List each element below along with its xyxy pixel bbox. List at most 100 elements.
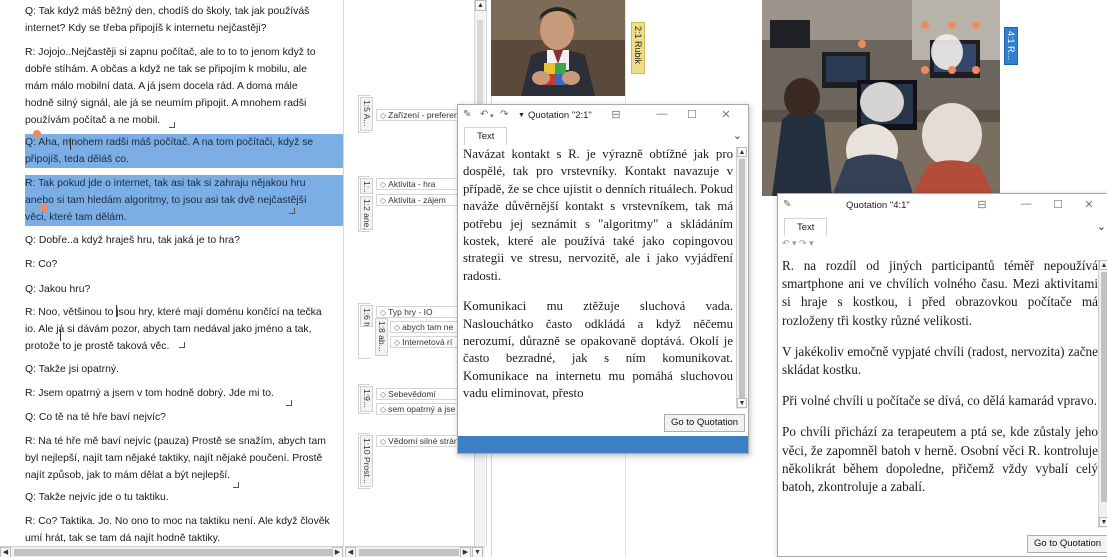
region-handle[interactable] bbox=[921, 21, 929, 29]
close-button[interactable]: ✕ bbox=[718, 108, 734, 121]
highlighted-quotation[interactable]: R: Tak pokud jde o internet, tak asi tak… bbox=[25, 175, 343, 226]
scroll-up-button[interactable]: ▲ bbox=[737, 147, 747, 157]
classroom-photo[interactable] bbox=[762, 0, 1000, 196]
quotation-label[interactable]: 1:10 Prost... bbox=[360, 435, 373, 487]
scroll-left-button[interactable]: ◀ bbox=[0, 547, 11, 557]
quotation-label[interactable]: 1:9... bbox=[360, 386, 373, 412]
doc-paragraph[interactable]: Q: Co tě na té hře baví nejvíc? bbox=[25, 409, 343, 426]
window-titlebar[interactable]: ✎ Quotation "4:1" ⊟ — ☐ ✕ bbox=[778, 194, 1107, 216]
quotation-label[interactable]: 1:6 h... bbox=[360, 305, 373, 327]
close-button[interactable]: ✕ bbox=[1081, 198, 1097, 211]
quote-end-marker bbox=[286, 400, 292, 406]
doc-paragraph[interactable]: Q: Takže jsi opatrný. bbox=[25, 361, 343, 378]
quotation-vscrollbar[interactable]: ▲ ▼ bbox=[736, 147, 747, 409]
doc-paragraph[interactable]: R: Co? bbox=[25, 256, 343, 273]
region-handle[interactable] bbox=[921, 66, 929, 74]
quotation-text[interactable]: Navázat kontakt s R. je výrazně obtížné … bbox=[463, 146, 733, 407]
code-label: Vědomí silné strán bbox=[388, 436, 459, 446]
quote-start-handle[interactable] bbox=[33, 130, 41, 138]
quotation-paragraph: Po chvíli přichází za terapeutem a ptá s… bbox=[782, 424, 1098, 495]
save-icon[interactable]: ⊟ bbox=[608, 108, 624, 121]
code-label: sem opatrný a jse bbox=[388, 404, 456, 414]
scroll-thumb[interactable] bbox=[14, 549, 332, 556]
quotation-label[interactable]: 1:5 A... bbox=[360, 97, 373, 131]
scroll-right-button[interactable]: ▶ bbox=[460, 547, 471, 557]
go-to-quotation-button[interactable]: Go to Quotation bbox=[664, 414, 746, 432]
doc-paragraph[interactable]: Q: Takže nejvíc jde o tu taktiku. bbox=[25, 489, 343, 506]
tab-text[interactable]: Text bbox=[784, 218, 828, 236]
highlighted-quotation[interactable]: Q: Aha, mnohem radši máš počítač. A na t… bbox=[25, 134, 343, 168]
minimize-button[interactable]: — bbox=[1018, 198, 1034, 210]
text-caret bbox=[60, 329, 61, 341]
text-caret bbox=[116, 305, 117, 317]
document-pane[interactable]: Q: Tak když máš běžný den, chodíš do ško… bbox=[0, 0, 344, 546]
dropdown-icon[interactable]: ▼ bbox=[518, 112, 525, 119]
quotation-tab-4-1[interactable]: 4:1 R... bbox=[1004, 27, 1018, 65]
quotation-vscrollbar[interactable]: ▲ ▼ bbox=[1098, 260, 1107, 528]
doc-paragraph[interactable]: Q: Tak když máš běžný den, chodíš do ško… bbox=[25, 3, 343, 37]
doc-paragraph[interactable]: R: Na té hře mě baví nejvíc (pauza) Pros… bbox=[25, 433, 343, 484]
doc-paragraph[interactable]: R: Co? Taktika. Jo. No ono to moc na tak… bbox=[25, 513, 343, 546]
doc-paragraph[interactable]: R: Jojojo..Nejčastěji si zapnu počítač, … bbox=[25, 44, 343, 129]
doc-paragraph[interactable]: Q: Dobře..a když hraješ hru, tak jaká je… bbox=[25, 232, 343, 249]
scroll-thumb[interactable] bbox=[1101, 272, 1107, 502]
quotation-window-4-1[interactable]: ✎ Quotation "4:1" ⊟ — ☐ ✕ Text ⌄ ↶ ▾ ↷ ▾… bbox=[777, 193, 1107, 557]
region-handle[interactable] bbox=[948, 21, 956, 29]
region-handle[interactable] bbox=[972, 66, 980, 74]
window-title: Quotation "4:1" bbox=[846, 200, 910, 211]
scroll-up-button[interactable]: ▲ bbox=[1099, 260, 1107, 270]
tab-text[interactable]: Text bbox=[464, 127, 508, 145]
minimize-button[interactable]: — bbox=[654, 108, 670, 120]
undo-dropdown-icon[interactable]: ▾ bbox=[490, 112, 494, 120]
go-to-quotation-button[interactable]: Go to Quotation bbox=[1027, 535, 1107, 553]
chevron-down-icon[interactable]: ⌄ bbox=[1097, 220, 1106, 233]
document-hscrollbar[interactable]: ◀ ▶ bbox=[0, 546, 344, 557]
save-icon[interactable]: ⊟ bbox=[974, 198, 990, 211]
doc-paragraph[interactable]: R: Jsem opatrný a jsem v tom hodně dobrý… bbox=[25, 385, 343, 402]
scroll-thumb[interactable] bbox=[359, 549, 459, 556]
tab-row: Text ⌄ bbox=[458, 127, 748, 145]
region-handle[interactable] bbox=[972, 21, 980, 29]
margin-hscrollbar[interactable]: ◀ ▶ ▼ bbox=[345, 546, 485, 557]
undo-icon[interactable]: ↶ bbox=[480, 109, 488, 120]
quotation-tab-2-1[interactable]: 2:1 Rubik bbox=[631, 22, 645, 74]
quote-end-marker bbox=[169, 122, 175, 128]
redo-icon[interactable]: ↷ bbox=[500, 109, 508, 120]
window-titlebar[interactable]: ✎ ↶ ▾ ↷ ▼ Quotation "2:1" ⊟ — ☐ ✕ bbox=[458, 105, 748, 127]
scroll-down-button[interactable]: ▼ bbox=[737, 398, 747, 408]
code-label: Zařízení - preferen bbox=[388, 110, 459, 120]
scroll-down-button[interactable]: ▼ bbox=[1099, 517, 1107, 527]
tab-label: 2:1 Rubik bbox=[633, 26, 643, 65]
code-icon: ◇ bbox=[394, 323, 401, 332]
quotation-label[interactable]: 1:... bbox=[360, 178, 373, 194]
undo-redo-icons[interactable]: ↶ ▾ ↷ ▾ bbox=[782, 238, 814, 249]
scroll-thumb[interactable] bbox=[739, 159, 745, 399]
maximize-button[interactable]: ☐ bbox=[684, 108, 700, 121]
region-handle[interactable] bbox=[858, 40, 866, 48]
quotation-window-2-1[interactable]: ✎ ↶ ▾ ↷ ▼ Quotation "2:1" ⊟ — ☐ ✕ Text ⌄… bbox=[457, 104, 749, 454]
scroll-up-button[interactable]: ▲ bbox=[475, 0, 486, 11]
edit-icon[interactable]: ✎ bbox=[463, 109, 471, 120]
edit-icon[interactable]: ✎ bbox=[783, 199, 791, 210]
region-handle[interactable] bbox=[948, 66, 956, 74]
rubik-photo[interactable] bbox=[491, 0, 625, 96]
quotation-text[interactable]: R. na rozdíl od jiných participantů témě… bbox=[782, 257, 1098, 527]
doc-paragraph[interactable]: Q: Jakou hru? bbox=[25, 281, 343, 298]
scroll-down-button[interactable]: ▼ bbox=[472, 547, 483, 557]
code-label: Aktivita - hra bbox=[388, 179, 436, 189]
scroll-left-button[interactable]: ◀ bbox=[345, 547, 356, 557]
quote-end-handle[interactable] bbox=[40, 204, 48, 212]
quotation-label[interactable]: 1:8 ab... bbox=[375, 318, 388, 356]
tab-label: 4:1 R... bbox=[1006, 31, 1016, 61]
text-caret bbox=[70, 138, 71, 150]
scroll-right-button[interactable]: ▶ bbox=[332, 547, 343, 557]
chevron-down-icon[interactable]: ⌄ bbox=[733, 129, 742, 142]
man-with-cube-image bbox=[491, 0, 625, 96]
quotation-paragraph: Při volné chvíli u počítače se dívá, co … bbox=[782, 393, 1097, 409]
quotation-paragraph: V jakékoliv emočně vypjaté chvíli (rados… bbox=[782, 343, 1098, 378]
quotation-label[interactable]: 1:2 ane... bbox=[360, 196, 373, 230]
maximize-button[interactable]: ☐ bbox=[1050, 198, 1066, 211]
code-icon: ◇ bbox=[380, 437, 387, 446]
quotation-paragraph: R. na rozdíl od jiných participantů témě… bbox=[782, 258, 1098, 328]
atlas-workspace: Q: Tak když máš běžný den, chodíš do ško… bbox=[0, 0, 1107, 557]
